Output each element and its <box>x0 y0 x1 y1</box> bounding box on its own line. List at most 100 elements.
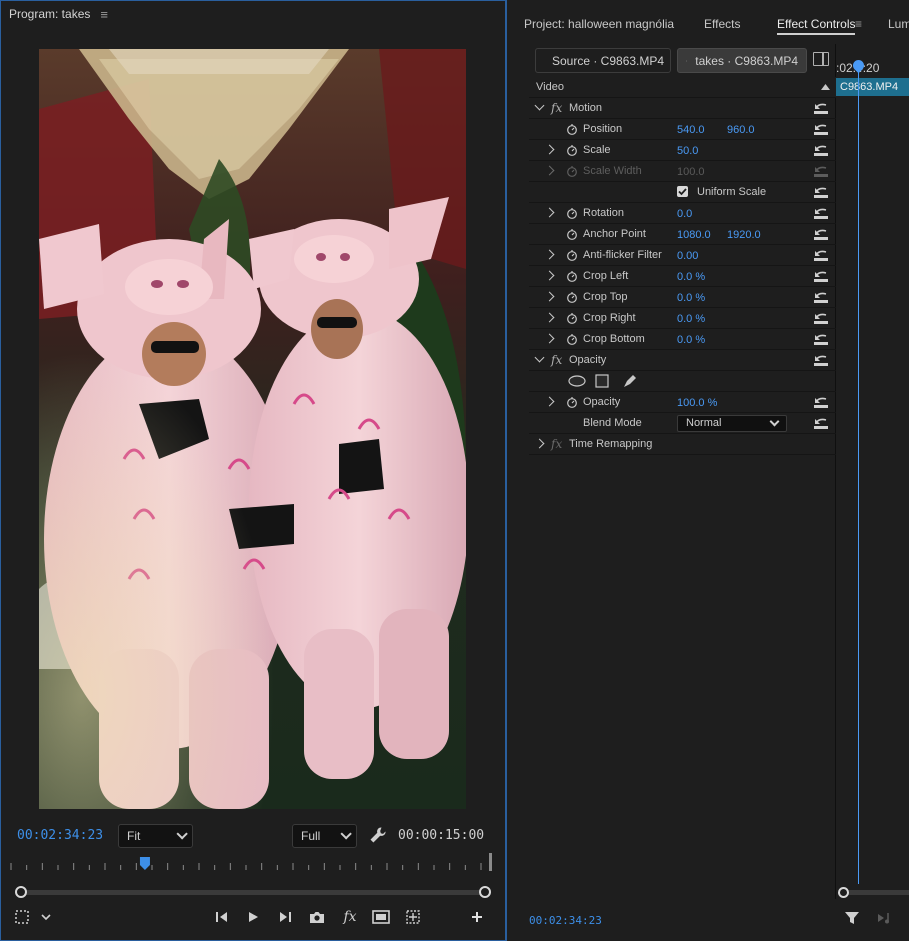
video-section-header[interactable]: Video <box>529 77 836 98</box>
program-monitor-title[interactable]: Program: takes <box>9 7 90 21</box>
fx-toggle-icon[interactable]: fx <box>551 353 562 367</box>
reset-icon[interactable] <box>812 185 830 199</box>
reset-icon[interactable] <box>812 332 830 346</box>
timeline-scroll-bar[interactable] <box>838 887 909 898</box>
reset-icon[interactable] <box>812 143 830 157</box>
pen-mask-icon[interactable] <box>622 373 638 389</box>
step-back-icon[interactable] <box>211 906 233 928</box>
opacity-row[interactable]: Opacity 100.0 % <box>529 392 836 413</box>
reset-icon[interactable] <box>812 269 830 283</box>
crop-left-row[interactable]: Crop Left 0.0 % <box>529 266 836 287</box>
panel-menu-icon[interactable]: ≡ <box>100 7 108 22</box>
fx-toggle-icon[interactable]: fx <box>551 101 562 115</box>
chevron-down-icon[interactable] <box>534 100 545 111</box>
time-remapping-row[interactable]: fx Time Remapping <box>529 434 836 455</box>
crop-top-value[interactable]: 0.0 % <box>677 292 705 304</box>
add-button-icon[interactable] <box>466 906 488 928</box>
comparison-view-icon[interactable] <box>402 906 424 928</box>
chevron-right-icon[interactable] <box>544 270 555 281</box>
stopwatch-icon[interactable] <box>566 123 578 135</box>
fx-icon[interactable]: fx <box>339 906 361 928</box>
panel-menu-icon[interactable]: ≡ <box>855 17 862 31</box>
uniform-scale-checkbox[interactable] <box>677 186 688 197</box>
scale-row[interactable]: Scale 50.0 <box>529 140 836 161</box>
chevron-right-icon[interactable] <box>534 438 545 449</box>
chevron-right-icon[interactable] <box>544 249 555 260</box>
crop-right-row[interactable]: Crop Right 0.0 % <box>529 308 836 329</box>
play-icon[interactable] <box>242 906 264 928</box>
tab-lumetri[interactable]: Lum <box>888 17 909 31</box>
uniform-scale-row[interactable]: Uniform Scale <box>529 182 836 203</box>
stopwatch-icon[interactable] <box>566 207 578 219</box>
stopwatch-icon[interactable] <box>566 270 578 282</box>
filter-icon[interactable] <box>844 910 860 926</box>
stopwatch-icon[interactable] <box>566 291 578 303</box>
tab-effect-controls[interactable]: Effect Controls <box>777 17 856 35</box>
reset-icon[interactable] <box>812 416 830 430</box>
effect-controls-timeline[interactable]: :02:4:20 C9863.MP4 <box>836 44 909 899</box>
blend-mode-dropdown[interactable]: Normal <box>677 415 787 432</box>
rotation-value[interactable]: 0.0 <box>677 208 692 220</box>
zoom-scroll-out-handle[interactable] <box>479 886 491 898</box>
video-preview-frame[interactable] <box>39 49 466 809</box>
chevron-right-icon[interactable] <box>544 333 555 344</box>
stopwatch-icon[interactable] <box>566 144 578 156</box>
reset-icon[interactable] <box>812 122 830 136</box>
tab-effects[interactable]: Effects <box>704 17 740 31</box>
export-frame-camera-icon[interactable] <box>306 906 328 928</box>
safe-margins-icon[interactable] <box>370 906 392 928</box>
chevron-down-icon[interactable] <box>534 352 545 363</box>
stopwatch-icon[interactable] <box>566 228 578 240</box>
anchor-x-value[interactable]: 1080.0 <box>677 229 711 241</box>
stopwatch-icon[interactable] <box>566 249 578 261</box>
stopwatch-icon[interactable] <box>566 396 578 408</box>
crop-right-value[interactable]: 0.0 % <box>677 313 705 325</box>
motion-effect-row[interactable]: fx Motion <box>529 98 836 119</box>
time-ruler[interactable] <box>9 853 495 875</box>
reset-icon[interactable] <box>812 101 830 115</box>
source-clip-button[interactable]: Source · C9863.MP4 <box>535 48 671 73</box>
position-row[interactable]: Position 540.0 960.0 <box>529 119 836 140</box>
opacity-effect-row[interactable]: fx Opacity <box>529 350 836 371</box>
crop-bottom-value[interactable]: 0.0 % <box>677 334 705 346</box>
reset-icon[interactable] <box>812 206 830 220</box>
reset-icon[interactable] <box>812 290 830 304</box>
reset-icon[interactable] <box>812 395 830 409</box>
anchor-y-value[interactable]: 1920.0 <box>727 229 761 241</box>
reset-icon[interactable] <box>812 248 830 262</box>
program-timecode[interactable]: 00:02:34:23 <box>17 828 103 843</box>
chevron-right-icon[interactable] <box>544 291 555 302</box>
chevron-right-icon[interactable] <box>544 144 555 155</box>
position-y-value[interactable]: 960.0 <box>727 124 755 136</box>
zoom-scroll-bar[interactable] <box>15 886 491 899</box>
reset-icon[interactable] <box>812 311 830 325</box>
anti-flicker-value[interactable]: 0.00 <box>677 250 698 262</box>
position-x-value[interactable]: 540.0 <box>677 124 705 136</box>
ellipse-mask-icon[interactable] <box>568 375 586 387</box>
crop-left-value[interactable]: 0.0 % <box>677 271 705 283</box>
step-forward-icon[interactable] <box>274 906 296 928</box>
stopwatch-icon[interactable] <box>566 312 578 324</box>
reset-icon[interactable] <box>812 353 830 367</box>
chevron-down-icon[interactable] <box>35 906 57 928</box>
rotation-row[interactable]: Rotation 0.0 <box>529 203 836 224</box>
playhead-marker[interactable] <box>139 857 150 870</box>
playback-resolution-dropdown[interactable]: Full <box>292 824 357 848</box>
anchor-point-row[interactable]: Anchor Point 1080.0 1920.0 <box>529 224 836 245</box>
crop-top-row[interactable]: Crop Top 0.0 % <box>529 287 836 308</box>
rectangle-mask-icon[interactable] <box>595 374 609 388</box>
tab-project[interactable]: Project: halloween magnólia <box>524 17 674 31</box>
show-timeline-toggle-icon[interactable] <box>813 52 829 66</box>
reset-icon[interactable] <box>812 227 830 241</box>
chevron-right-icon[interactable] <box>544 312 555 323</box>
wrench-icon[interactable] <box>369 826 387 844</box>
audio-play-icon[interactable] <box>877 911 895 925</box>
chevron-right-icon[interactable] <box>544 396 555 407</box>
stopwatch-icon[interactable] <box>566 333 578 345</box>
sequence-clip-button[interactable]: takes · C9863.MP4 <box>677 48 807 73</box>
chevron-right-icon[interactable] <box>544 207 555 218</box>
blend-mode-row[interactable]: Blend Mode Normal <box>529 413 836 434</box>
clip-bar[interactable]: C9863.MP4 <box>836 78 909 96</box>
marker-select-icon[interactable] <box>11 906 33 928</box>
crop-bottom-row[interactable]: Crop Bottom 0.0 % <box>529 329 836 350</box>
